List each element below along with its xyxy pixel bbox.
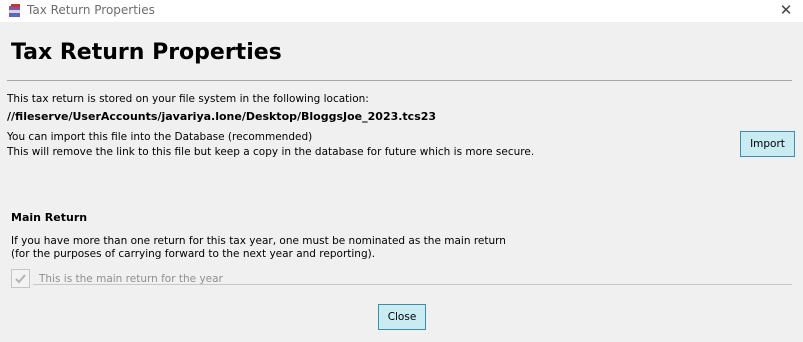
tax-return-app-icon (9, 4, 20, 17)
main-return-checkbox[interactable] (11, 269, 30, 288)
main-return-heading: Main Return (11, 211, 88, 224)
file-location-path: //fileserve/UserAccounts/javariya.lone/D… (7, 110, 437, 123)
close-button[interactable]: Close (378, 304, 426, 330)
title-divider (7, 80, 792, 81)
checkbox-divider (33, 284, 792, 285)
checkmark-icon (15, 274, 26, 284)
import-recommendation: You can import this file into the Databa… (7, 131, 313, 143)
import-button[interactable]: Import (740, 131, 795, 157)
location-intro: This tax return is stored on your file s… (7, 93, 369, 105)
import-explanation: This will remove the link to this file b… (7, 146, 535, 158)
page-title: Tax Return Properties (11, 40, 282, 65)
window-title: Tax Return Properties (27, 3, 155, 17)
main-return-description: If you have more than one return for thi… (11, 235, 506, 247)
close-x-icon[interactable]: ✕ (775, 1, 797, 21)
main-return-description-note: (for the purposes of carrying forward to… (11, 248, 376, 260)
window-titlebar: Tax Return Properties ✕ (0, 0, 803, 22)
